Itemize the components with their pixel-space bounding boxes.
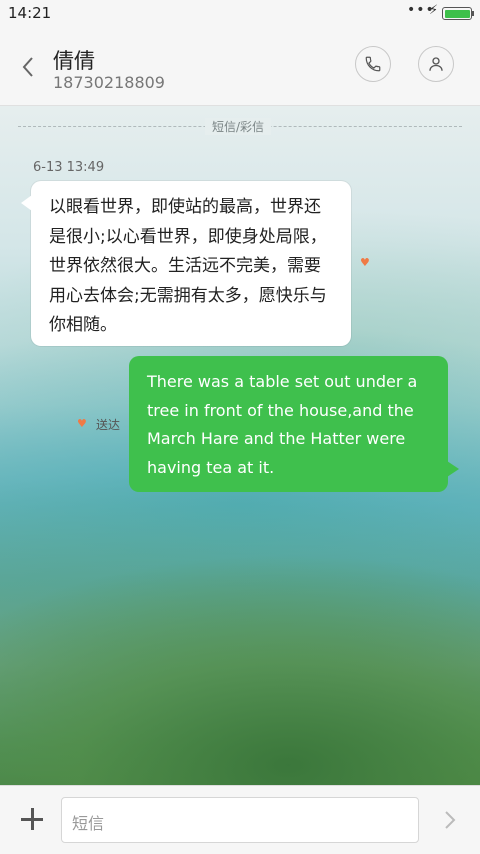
- contact-number: 18730218809: [53, 73, 165, 92]
- phone-icon: [365, 56, 381, 72]
- charging-icon: ⚡: [429, 3, 439, 18]
- channel-label: 短信/彩信: [205, 118, 272, 135]
- conversation-header: 倩倩 18730218809: [0, 30, 480, 106]
- contact-profile-button[interactable]: [418, 46, 454, 82]
- heart-icon[interactable]: ♥: [77, 417, 87, 430]
- call-button[interactable]: [355, 46, 391, 82]
- status-time: 14:21: [8, 4, 52, 22]
- person-icon: [429, 57, 443, 71]
- battery-tip: [472, 11, 474, 16]
- message-line: There was a table set out under a: [147, 372, 418, 391]
- composer-bar: 短信: [0, 785, 480, 854]
- message-line: 世界依然很大。生活远不完美，需要: [49, 256, 321, 276]
- message-line: 用心去体会;无需拥有太多，愿快乐与: [49, 285, 327, 306]
- chevron-left-icon[interactable]: [16, 52, 40, 82]
- message-line: March Hare and the Hatter were: [147, 429, 406, 448]
- plus-icon[interactable]: [21, 808, 43, 830]
- message-input[interactable]: 短信: [61, 797, 419, 843]
- chevron-right-icon[interactable]: [440, 808, 460, 832]
- message-line: 是很小;以心看世界，即使身处局限，: [49, 226, 327, 247]
- message-line: 你相随。: [49, 315, 117, 335]
- heart-icon[interactable]: ♥: [360, 256, 370, 269]
- message-line: 以眼看世界，即使站的最高，世界还: [49, 197, 321, 217]
- status-bar: 14:21 ••• ⚡: [0, 0, 480, 30]
- delivery-status: 送达: [96, 418, 121, 432]
- message-line: having tea at it.: [147, 457, 275, 477]
- message-timestamp: 6-13 13:49: [33, 160, 105, 175]
- contact-name: 倩倩: [53, 49, 95, 73]
- battery-level: [444, 9, 470, 18]
- incoming-message-bubble[interactable]: 以眼看世界，即使站的最高，世界还 是很小;以心看世界，即使身处局限， 世界依然很…: [21, 181, 351, 346]
- outgoing-message-bubble[interactable]: There was a table set out under a tree i…: [129, 356, 459, 492]
- message-line: tree in front of the house,and the: [147, 400, 414, 420]
- battery-icon: [442, 7, 472, 20]
